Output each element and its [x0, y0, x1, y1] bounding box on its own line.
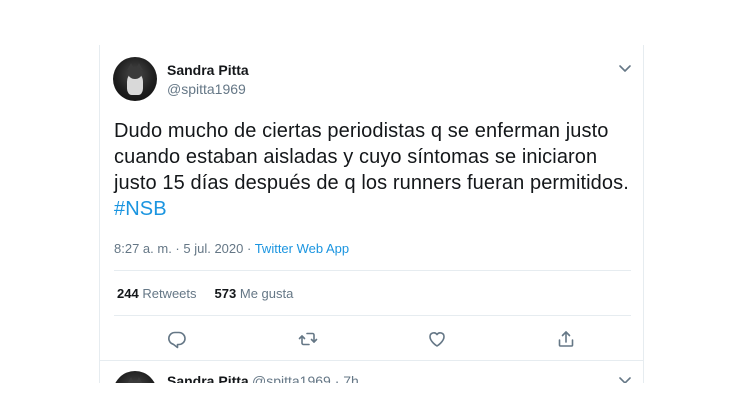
like-button[interactable] — [427, 329, 447, 349]
retweet-icon — [298, 332, 318, 346]
meta-separator: · — [171, 241, 184, 256]
tweet-date[interactable]: 5 jul. 2020 — [183, 241, 243, 256]
tweet-body: Dudo mucho de ciertas periodistas q se e… — [114, 120, 629, 194]
avatar[interactable] — [113, 371, 157, 383]
author-handle-time[interactable]: @spitta1969 · 7h — [252, 373, 359, 383]
divider — [114, 315, 631, 316]
tweet-app-link[interactable]: Twitter Web App — [255, 241, 349, 256]
likes-label: Me gusta — [239, 286, 294, 301]
heart-icon — [429, 332, 445, 347]
tweet-card: Sandra Pitta @spitta1969 Dudo mucho de c… — [99, 45, 644, 383]
tweet-text: Dudo mucho de ciertas periodistas q se e… — [114, 118, 639, 222]
next-tweet[interactable]: Sandra Pitta @spitta1969 · 7h — [100, 361, 643, 383]
retweet-button[interactable] — [298, 329, 318, 349]
author-name[interactable]: Sandra Pitta — [167, 373, 249, 383]
share-button[interactable] — [556, 329, 576, 349]
tweet-meta: 8:27 a. m. · 5 jul. 2020 · Twitter Web A… — [114, 241, 349, 256]
retweets-label: Retweets — [142, 286, 197, 301]
share-icon — [558, 331, 574, 347]
author-handle[interactable]: @spitta1969 — [167, 81, 246, 97]
divider — [114, 270, 631, 271]
tweet-time[interactable]: 8:27 a. m. — [114, 241, 172, 256]
likes-count: 573 — [214, 286, 237, 301]
meta-separator: · — [243, 241, 255, 256]
author-name[interactable]: Sandra Pitta — [167, 62, 249, 78]
reply-button[interactable] — [167, 329, 187, 349]
retweets-count: 244 — [117, 286, 139, 301]
tweet-stats: 244 Retweets 573 Me gusta — [117, 286, 293, 301]
likes-stat[interactable]: 573 Me gusta — [215, 286, 294, 301]
avatar-cat-head — [128, 67, 142, 79]
chevron-down-icon[interactable] — [618, 61, 632, 75]
hashtag-link[interactable]: #NSB — [114, 198, 167, 220]
avatar[interactable] — [113, 57, 157, 101]
reply-icon — [168, 331, 186, 349]
chevron-down-icon[interactable] — [618, 373, 632, 383]
retweets-stat[interactable]: 244 Retweets — [117, 286, 197, 301]
